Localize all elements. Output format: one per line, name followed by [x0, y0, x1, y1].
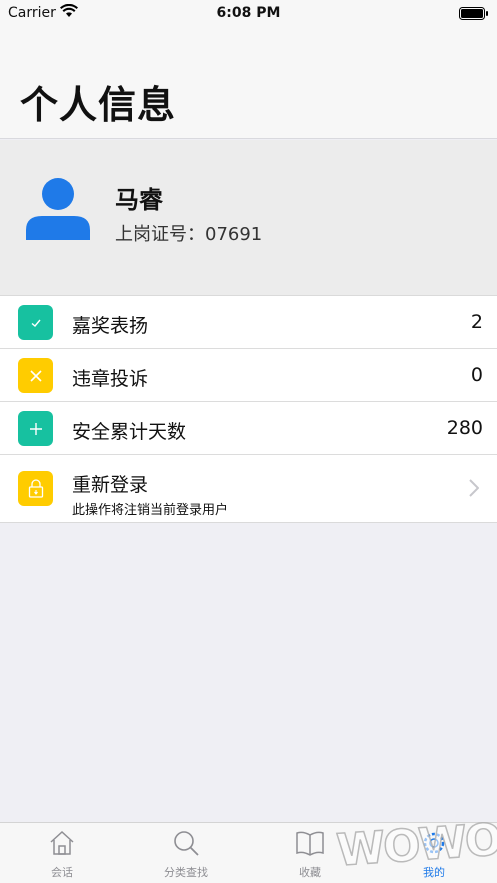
tab-chat[interactable]: 会话	[0, 823, 124, 883]
search-icon	[172, 829, 200, 861]
profile-name: 马睿	[115, 186, 163, 214]
plus-icon	[18, 411, 53, 446]
x-icon	[18, 358, 53, 393]
home-icon	[48, 829, 76, 861]
tab-label: 分类查找	[164, 866, 208, 879]
list-item-violation[interactable]: 违章投诉 0	[0, 349, 497, 402]
list-item-label: 违章投诉	[72, 368, 149, 390]
list-item-sublabel: 此操作将注销当前登录用户	[72, 503, 229, 518]
status-bar: Carrier 6:08 PM	[0, 0, 497, 26]
tab-label: 会话	[51, 866, 73, 879]
list-item-value: 2	[470, 311, 483, 333]
list-item-commendation[interactable]: 嘉奖表扬 2	[0, 296, 497, 349]
info-list: 嘉奖表扬 2 违章投诉 0 安全累计天数 280 重新登录 此操作将注销当前登录…	[0, 295, 497, 523]
chevron-right-icon	[469, 479, 480, 501]
list-item-value: 280	[446, 417, 483, 439]
watermark-logo: WOWOZ	[334, 811, 497, 877]
profile-cert-number: 上岗证号：07691	[115, 224, 263, 245]
profile-card: 马睿 上岗证号：07691	[0, 140, 497, 295]
avatar-icon	[26, 178, 90, 240]
list-item-value: 0	[470, 364, 483, 386]
nav-header: 个人信息	[0, 26, 497, 139]
list-item-safety-days[interactable]: 安全累计天数 280	[0, 402, 497, 455]
list-item-label: 嘉奖表扬	[72, 315, 149, 337]
status-time: 6:08 PM	[216, 5, 281, 21]
page-title: 个人信息	[20, 83, 177, 127]
list-item-relogin[interactable]: 重新登录 此操作将注销当前登录用户	[0, 455, 497, 522]
tab-category-search[interactable]: 分类查找	[124, 823, 248, 883]
lock-icon	[18, 471, 53, 506]
battery-icon	[459, 7, 489, 20]
list-item-label: 重新登录	[72, 474, 149, 496]
check-icon	[18, 305, 53, 340]
book-icon	[295, 829, 325, 861]
list-item-label: 安全累计天数	[72, 421, 187, 443]
